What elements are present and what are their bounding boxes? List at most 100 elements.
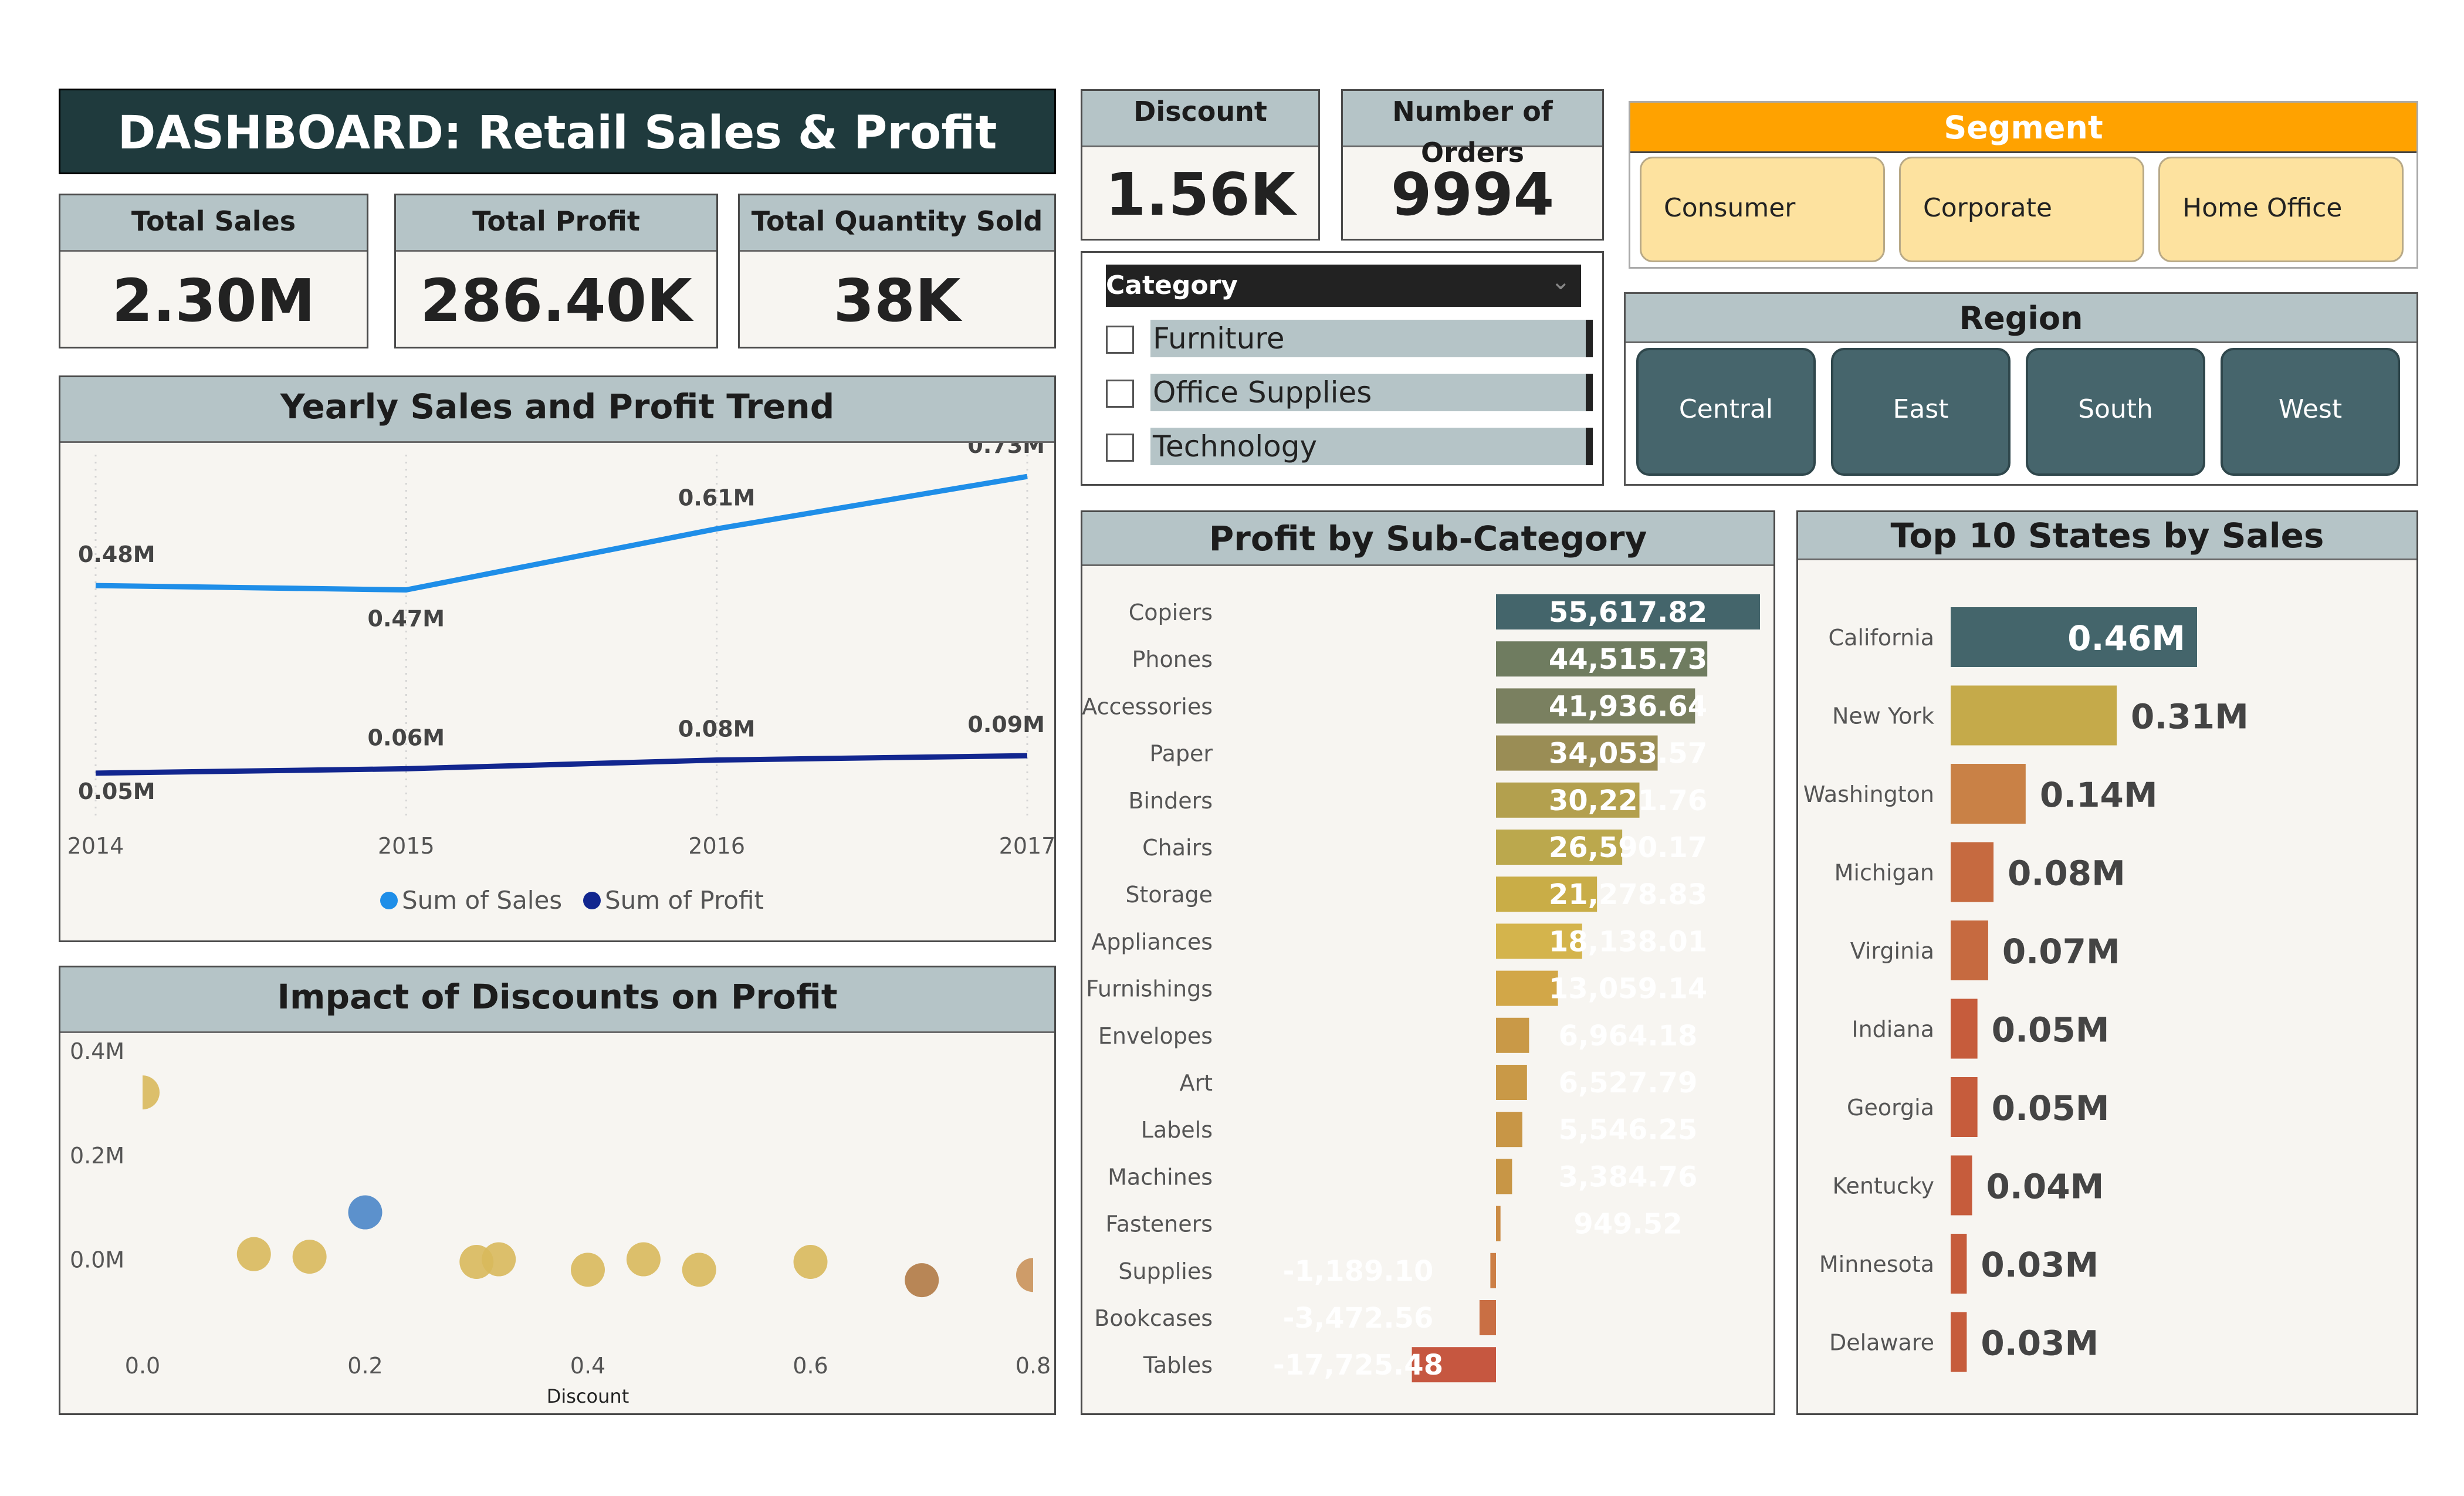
legend-marker — [380, 892, 398, 909]
data-label: 34,053.57 — [1549, 737, 1707, 770]
category-label: Fasteners — [1105, 1211, 1213, 1237]
region-button-central[interactable]: Central — [1636, 348, 1816, 476]
category-label: Labels — [1141, 1117, 1213, 1143]
segment-button-home-office[interactable]: Home Office — [2158, 157, 2404, 262]
category-label: Envelopes — [1098, 1023, 1213, 1049]
data-label: 6,964.18 — [1559, 1020, 1698, 1052]
scatter-point — [626, 1242, 661, 1277]
category-option-technology[interactable]: Technology — [1106, 428, 1593, 465]
data-label: 0.06M — [368, 725, 445, 750]
region-button-east[interactable]: East — [1831, 348, 2011, 476]
kpi-card-total-sales: Total Sales 2.30M — [59, 194, 368, 348]
data-label: 0.73M — [967, 443, 1045, 458]
bar — [1951, 764, 2026, 824]
kpi-label: Discount — [1082, 91, 1318, 147]
bar — [1490, 1253, 1496, 1288]
data-label: 0.08M — [2008, 854, 2125, 893]
category-label: Machines — [1108, 1164, 1213, 1190]
state-label: Minnesota — [1819, 1251, 1934, 1277]
data-label: 0.08M — [678, 716, 756, 742]
bar — [1496, 1065, 1527, 1100]
checkbox[interactable] — [1106, 326, 1134, 354]
bar — [1479, 1300, 1496, 1335]
data-label: 6,527.79 — [1559, 1067, 1698, 1099]
legend: Sum of Sales Sum of Profit — [380, 886, 764, 915]
data-label: 26,590.17 — [1549, 831, 1707, 864]
category-option-furniture[interactable]: Furniture — [1106, 320, 1593, 357]
category-slicer: Category ⌄ Furniture Office Supplies Tec… — [1081, 251, 1604, 486]
bar — [1496, 1112, 1522, 1148]
state-label: California — [1829, 625, 1934, 651]
data-label: 0.07M — [2002, 932, 2120, 972]
profit-by-subcategory-chart: Profit by Sub-Category Copiers 55,617.82 P… — [1081, 510, 1775, 1415]
kpi-label: Total Sales — [60, 195, 367, 252]
state-label: Michigan — [1835, 860, 1934, 886]
category-label: Appliances — [1091, 929, 1213, 955]
chevron-down-icon: ⌄ — [1551, 268, 1571, 295]
checkbox[interactable] — [1106, 380, 1134, 408]
state-label: Delaware — [1829, 1330, 1934, 1356]
kpi-value: 38K — [833, 266, 961, 335]
category-option-office-supplies[interactable]: Office Supplies — [1106, 374, 1593, 411]
data-label: 21,278.83 — [1549, 878, 1707, 911]
category-slicer-header[interactable]: Category ⌄ — [1106, 265, 1581, 307]
state-label: Kentucky — [1832, 1173, 1934, 1199]
x-tick-label: 0.2 — [347, 1353, 383, 1379]
data-label: 0.03M — [1981, 1245, 2099, 1285]
x-axis-title: Discount — [547, 1385, 629, 1407]
bar — [1951, 1234, 1967, 1294]
bar — [1951, 842, 1994, 902]
category-label: Binders — [1128, 788, 1213, 814]
data-label: 0.14M — [2040, 775, 2158, 815]
kpi-label: Number of Orders — [1343, 91, 1602, 168]
state-label: Washington — [1803, 781, 1934, 807]
data-label: 44,515.73 — [1549, 643, 1707, 676]
segment-slicer-header: Segment — [1630, 103, 2416, 153]
states-bar-plot: California 0.46M New York 0.31M Washington 0.… — [1803, 607, 2249, 1372]
category-label: Chairs — [1142, 835, 1213, 861]
data-label: 18,138.01 — [1549, 925, 1707, 958]
scatter-point — [1016, 1258, 1033, 1292]
scatter-point — [793, 1245, 828, 1279]
scatter-point — [143, 1075, 160, 1110]
data-label: 3,384.76 — [1559, 1160, 1698, 1193]
region-button-south[interactable]: South — [2026, 348, 2205, 476]
yearly-trend-chart: Yearly Sales and Profit Trend 2014 2015 20… — [59, 375, 1056, 942]
segment-button-corporate[interactable]: Corporate — [1899, 157, 2144, 262]
data-label: 41,936.64 — [1549, 690, 1707, 723]
data-label: -1,189.10 — [1283, 1255, 1434, 1288]
data-label: 0.48M — [78, 541, 155, 567]
checkbox[interactable] — [1106, 434, 1134, 462]
state-label: Indiana — [1852, 1017, 1934, 1043]
data-label: 13,059.14 — [1549, 973, 1707, 1006]
category-label: Tables — [1143, 1352, 1213, 1378]
chart-title: Profit by Sub-Category — [1082, 512, 1773, 566]
data-label: 0.03M — [1981, 1324, 2099, 1363]
x-tick-label: 2016 — [688, 833, 745, 859]
region-slicer-header: Region — [1626, 294, 2416, 343]
category-option-label: Furniture — [1150, 320, 1593, 357]
bar — [1951, 685, 2117, 746]
category-option-label: Office Supplies — [1150, 374, 1593, 411]
data-label: 0.05M — [1992, 1010, 2110, 1050]
kpi-card-orders: Number of Orders 9994 — [1341, 89, 1604, 241]
segment-button-consumer[interactable]: Consumer — [1640, 157, 1885, 262]
data-label: 55,617.82 — [1549, 596, 1707, 629]
bar — [1496, 1206, 1501, 1241]
x-tick-label: 2017 — [999, 833, 1054, 859]
bar — [1496, 1017, 1529, 1053]
data-label: 949.52 — [1573, 1208, 1682, 1241]
scatter-point — [682, 1253, 716, 1287]
kpi-value: 2.30M — [111, 266, 316, 335]
scatter-points — [143, 1075, 1033, 1298]
scatter-point — [236, 1237, 271, 1271]
x-tick-label: 0.0 — [125, 1353, 160, 1379]
x-tick-label: 0.4 — [570, 1353, 605, 1379]
legend-marker — [583, 892, 601, 909]
data-label: 0.61M — [678, 485, 756, 510]
category-option-label: Technology — [1150, 428, 1593, 465]
data-label: 0.31M — [2131, 697, 2249, 737]
region-button-west[interactable]: West — [2221, 348, 2400, 476]
bar — [1496, 1159, 1512, 1194]
state-label: New York — [1832, 703, 1934, 729]
